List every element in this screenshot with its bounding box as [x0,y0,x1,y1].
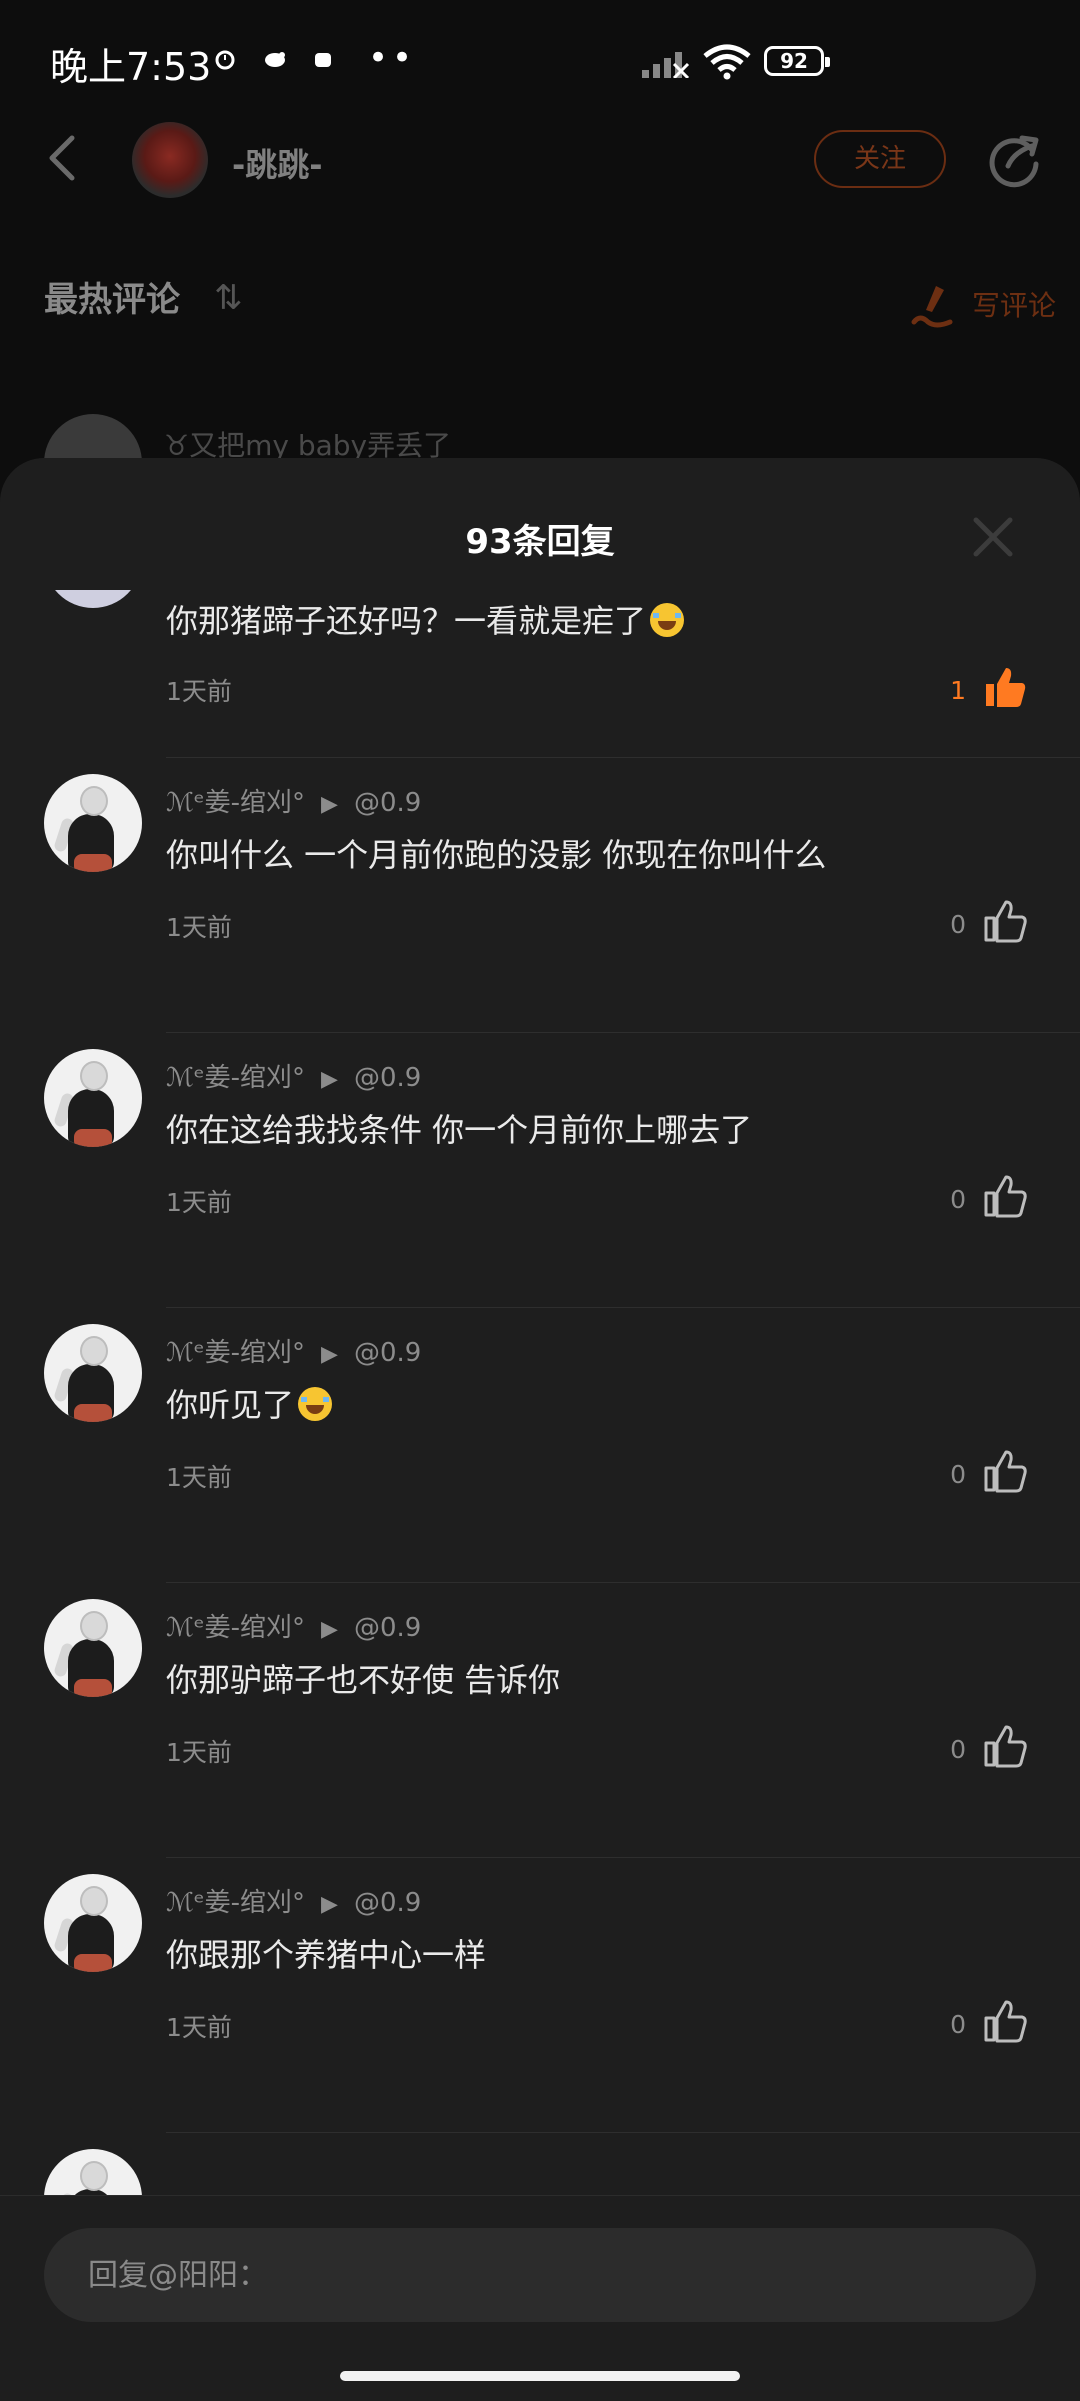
thumbs-up-icon [982,664,1028,714]
reply-meta: ℳᵉ姜-绾刈° ▶ @0.9 [166,1882,421,1919]
share-icon[interactable] [986,130,1044,192]
reply-time: 1天前 [166,1738,232,1767]
list-item[interactable]: ℳᵉ姜-绾刈° ▶ @0.9 你那驴蹄子也不好使 告诉你 1天前 0 [0,1583,1080,1858]
reply-meta: ℳᵉ姜-绾刈° ▶ @0.9 [166,1607,421,1644]
reply-input[interactable] [44,2228,1036,2322]
reply-time: 1天前 [166,677,232,706]
home-indicator[interactable] [340,2371,740,2381]
play-icon: ▶ [321,1067,338,1092]
like-count: 1 [950,676,966,705]
like-count: 0 [950,1460,966,1489]
reply-meta: ℳᵉ姜-绾刈° ▶ @0.9 [166,1332,421,1369]
thumbs-up-icon [982,1723,1028,1773]
thumbs-up-icon [982,1173,1028,1223]
sheet-header: 93条回复 [0,458,1080,590]
alarm-icon [214,48,236,76]
reply-username[interactable]: ℳᵉ姜-绾刈° [166,1063,305,1093]
play-icon: ▶ [321,1617,338,1642]
more-notifications-icon: •• [368,38,417,78]
reply-username[interactable]: ℳᵉ姜-绾刈° [166,1888,305,1918]
list-item[interactable]: ℳᵉ姜-绾刈° ▶ @0.9 你跟那个养猪中心一样 1天前 0 [0,1858,1080,2133]
status-bar: 晚上7:53 •• 92 [0,0,1080,130]
list-item[interactable]: ℳᵉ姜-绾刈° ▶ @0.9 你听见了 1天前 0 [0,1308,1080,1583]
reply-sheet: 你那猪蹄子还好吗？一看就是疟了 1天前 1 ℳᵉ姜-绾刈° ▶ @0.9 你叫什么 … [0,458,1080,2400]
alarm-icon [312,48,334,76]
avatar[interactable] [44,1874,142,1972]
reply-content: 你叫什么 一个月前你跑的没影 你现在你叫什么 [166,836,827,874]
avatar[interactable] [44,1324,142,1422]
like-count: 0 [950,2010,966,2039]
avatar[interactable] [44,1599,142,1697]
bird-icon [262,48,288,76]
reply-content: 你跟那个养猪中心一样 [166,1936,487,1974]
reply-time: 1天前 [166,1463,232,1492]
reply-meta: ℳᵉ姜-绾刈° ▶ @0.9 [166,1057,421,1094]
laughing-emoji-icon [298,1387,333,1421]
author-name[interactable]: -跳跳- [232,140,323,186]
reply-username[interactable]: ℳᵉ姜-绾刈° [166,788,305,818]
play-icon: ▶ [321,1892,338,1917]
like-count: 0 [950,1185,966,1214]
pen-icon [910,282,956,332]
play-icon: ▶ [321,1342,338,1367]
reply-content: 你听见了 [166,1380,333,1426]
thumbs-up-icon [982,1998,1028,2048]
back-icon[interactable] [44,128,80,192]
thumbs-up-icon [982,898,1028,948]
follow-button[interactable]: 关注 [814,130,946,188]
author-avatar[interactable] [132,122,208,198]
signal-icon [642,48,690,82]
reply-content: 你那猪蹄子还好吗？一看就是疟了 [166,596,685,642]
sheet-title: 93条回复 [465,522,615,562]
reply-time: 1天前 [166,913,232,942]
reply-meta: ℳᵉ姜-绾刈° ▶ @0.9 [166,782,421,819]
section-title: 最热评论 [44,280,180,320]
reply-username[interactable]: ℳᵉ姜-绾刈° [166,1338,305,1368]
wifi-icon [702,44,752,84]
reply-time: 1天前 [166,1188,232,1217]
reply-time: 1天前 [166,2013,232,2042]
avatar[interactable] [44,774,142,872]
write-comment-label: 写评论 [972,289,1057,322]
status-time: 晚上7:53 [50,45,212,89]
like-count: 0 [950,910,966,939]
play-icon: ▶ [321,792,338,817]
thumbs-up-icon [982,1448,1028,1498]
list-item[interactable]: ℳᵉ姜-绾刈° ▶ @0.9 你在这给我找条件 你一个月前你上哪去了 1天前 0 [0,1033,1080,1308]
like-count: 0 [950,1735,966,1764]
reply-to-user[interactable]: @0.9 [354,1888,421,1918]
battery-indicator: 92 [764,46,830,76]
close-icon[interactable] [970,514,1016,564]
list-item[interactable]: ℳᵉ姜-绾刈° ▶ @0.9 你叫什么 一个月前你跑的没影 你现在你叫什么 1天前 … [0,758,1080,1033]
reply-username[interactable]: ℳᵉ姜-绾刈° [166,1613,305,1643]
sort-icon[interactable]: ⇅ [214,278,243,318]
reply-to-user[interactable]: @0.9 [354,788,421,818]
emoji-icon [650,603,685,637]
reply-content: 你在这给我找条件 你一个月前你上哪去了 [166,1111,753,1149]
reply-to-user[interactable]: @0.9 [354,1338,421,1368]
reply-to-user[interactable]: @0.9 [354,1063,421,1093]
reply-content: 你那驴蹄子也不好使 告诉你 [166,1661,561,1699]
reply-to-user[interactable]: @0.9 [354,1613,421,1643]
avatar[interactable] [44,1049,142,1147]
